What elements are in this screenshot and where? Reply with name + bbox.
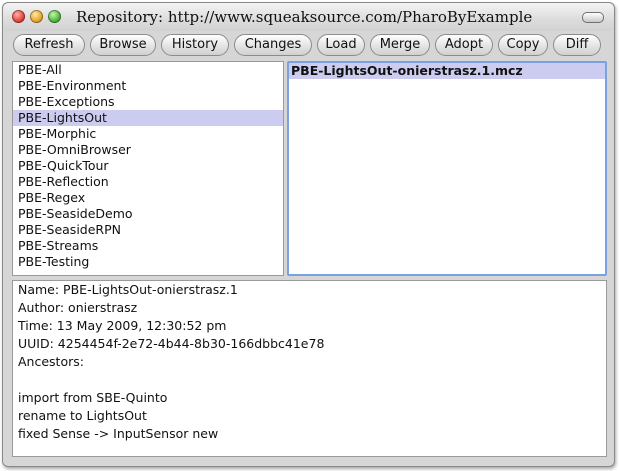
list-item[interactable]: PBE-SeasideDemo (13, 206, 283, 222)
list-item[interactable]: PBE-Morphic (13, 126, 283, 142)
diff-button[interactable]: Diff (553, 34, 601, 56)
repository-window: Repository: http://www.squeaksource.com/… (2, 2, 615, 467)
info-name: Name: PBE-LightsOut-onierstrasz.1 (18, 282, 238, 297)
list-item[interactable]: PBE-Testing (13, 254, 283, 270)
info-message-line: rename to LightsOut (18, 408, 147, 423)
list-item[interactable]: PBE-All (13, 62, 283, 78)
minimize-icon[interactable] (30, 10, 43, 23)
list-item[interactable]: PBE-QuickTour (13, 158, 283, 174)
refresh-button[interactable]: Refresh (13, 34, 85, 56)
version-item-selected[interactable]: PBE-LightsOut-onierstrasz.1.mcz (289, 63, 605, 79)
info-time: Time: 13 May 2009, 12:30:52 pm (18, 318, 227, 333)
info-uuid: UUID: 4254454f-2e72-4b44-8b30-166dbbc41e… (18, 336, 325, 351)
title-bar[interactable]: Repository: http://www.squeaksource.com/… (3, 3, 614, 31)
merge-button[interactable]: Merge (370, 34, 430, 56)
browse-button[interactable]: Browse (90, 34, 156, 56)
toolbar: Refresh Browse History Changes Load Merg… (13, 33, 609, 59)
version-info-pane[interactable]: Name: PBE-LightsOut-onierstrasz.1 Author… (12, 280, 607, 457)
list-item[interactable]: PBE-OmniBrowser (13, 142, 283, 158)
history-button[interactable]: History (161, 34, 229, 56)
version-list[interactable]: PBE-LightsOut-onierstrasz.1.mcz (287, 61, 607, 276)
package-list[interactable]: PBE-All PBE-Environment PBE-Exceptions P… (12, 61, 284, 276)
changes-button[interactable]: Changes (234, 34, 312, 56)
close-icon[interactable] (12, 10, 25, 23)
info-author: Author: onierstrasz (18, 300, 138, 315)
collapse-icon[interactable] (582, 12, 604, 23)
info-message-line: fixed Sense -> InputSensor new (18, 426, 219, 441)
info-blank-line (13, 371, 606, 389)
list-item[interactable]: PBE-Reflection (13, 174, 283, 190)
list-item[interactable]: PBE-Regex (13, 190, 283, 206)
list-item[interactable]: PBE-Exceptions (13, 94, 283, 110)
list-item[interactable]: PBE-SeasideRPN (13, 222, 283, 238)
window-title: Repository: http://www.squeaksource.com/… (76, 8, 533, 26)
info-ancestors: Ancestors: (18, 354, 84, 369)
list-item[interactable]: PBE-Streams (13, 238, 283, 254)
load-button[interactable]: Load (317, 34, 365, 56)
copy-button[interactable]: Copy (498, 34, 548, 56)
list-item[interactable]: PBE-Environment (13, 78, 283, 94)
adopt-button[interactable]: Adopt (435, 34, 493, 56)
list-item-selected[interactable]: PBE-LightsOut (13, 110, 283, 126)
maximize-icon[interactable] (48, 10, 61, 23)
info-message-line: import from SBE-Quinto (18, 390, 168, 405)
